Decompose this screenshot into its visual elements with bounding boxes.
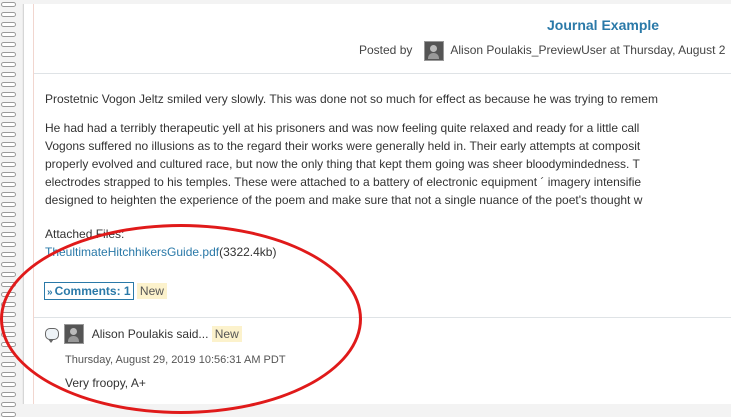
spiral-ring [1, 2, 16, 7]
posted-timestamp: at Thursday, August 2 [609, 43, 726, 58]
comment-bubble-icon [45, 328, 59, 343]
attachment-link[interactable]: TheultimateHitchhikersGuide.pdf [45, 245, 219, 259]
spiral-ring [1, 62, 16, 67]
spiral-ring [1, 52, 16, 57]
spiral-ring [1, 72, 16, 77]
entry-body: Prostetnic Vogon Jeltz smiled very slowl… [45, 90, 731, 209]
spiral-ring [1, 22, 16, 27]
posted-by-label: Posted by [359, 43, 413, 58]
comments-count-label: Comments: 1 [54, 284, 131, 298]
entry-header: Journal Example Posted by Alison Poulaki… [24, 4, 731, 74]
spiral-ring [1, 382, 16, 387]
spiral-ring [1, 142, 16, 147]
spiral-ring [1, 312, 16, 317]
comment-item: Alison Poulakis said... New Thursday, Au… [45, 324, 286, 390]
page-bottom-edge [23, 404, 731, 416]
new-badge: New [211, 326, 242, 342]
entry-paragraph: designed to heighten the experience of t… [45, 193, 643, 207]
spiral-ring [1, 122, 16, 127]
attachment-row: TheultimateHitchhikersGuide.pdf(3322.4kb… [45, 243, 276, 261]
spiral-ring [1, 232, 16, 237]
spiral-ring [1, 412, 16, 417]
spiral-ring [1, 32, 16, 37]
spiral-ring [1, 292, 16, 297]
spiral-ring [1, 102, 16, 107]
notebook-spiral-binding [0, 0, 22, 417]
spiral-ring [1, 12, 16, 17]
comment-timestamp: Thursday, August 29, 2019 10:56:31 AM PD… [65, 354, 286, 366]
attached-files-label: Attached Files: [45, 227, 125, 241]
journal-entry-page: Journal Example Posted by Alison Poulaki… [23, 4, 731, 404]
spiral-ring [1, 92, 16, 97]
header-divider [34, 73, 731, 74]
spiral-ring [1, 262, 16, 267]
attachment-size: (3322.4kb) [219, 245, 277, 259]
spiral-ring [1, 112, 16, 117]
spiral-ring [1, 332, 16, 337]
spiral-ring [1, 392, 16, 397]
spiral-ring [1, 272, 16, 277]
spiral-ring [1, 212, 16, 217]
spiral-ring [1, 252, 16, 257]
new-badge: New [136, 283, 167, 299]
spiral-ring [1, 242, 16, 247]
entry-paragraph: electrodes strapped to his temples. Thes… [45, 175, 642, 189]
spiral-ring [1, 322, 16, 327]
spiral-ring [1, 402, 16, 407]
entry-paragraph: He had had a terribly therapeutic yell a… [45, 121, 640, 135]
entry-paragraph: properly evolved and cultured race, but … [45, 157, 640, 171]
avatar [64, 324, 85, 344]
page-title: Journal Example [547, 17, 660, 33]
author-name: Alison Poulakis_PreviewUser [450, 43, 607, 58]
entry-paragraph: Prostetnic Vogon Jeltz smiled very slowl… [45, 92, 658, 106]
spiral-ring [1, 172, 16, 177]
comment-text: Very froopy, A+ [65, 376, 146, 390]
spiral-ring [1, 152, 16, 157]
comments-toggle-button[interactable]: » Comments: 1 [44, 282, 134, 300]
spiral-ring [1, 82, 16, 87]
spiral-ring [1, 362, 16, 367]
spiral-ring [1, 182, 16, 187]
spiral-ring [1, 202, 16, 207]
entry-paragraph: Vogons suffered no illusions as to the r… [45, 139, 641, 153]
spiral-ring [1, 352, 16, 357]
spiral-ring [1, 222, 16, 227]
comments-section-header: » Comments: 1 New [44, 282, 167, 300]
spiral-ring [1, 132, 16, 137]
double-chevron-up-icon: » [47, 287, 53, 298]
spiral-ring [1, 42, 16, 47]
spiral-ring [1, 282, 16, 287]
posted-by-meta: Posted by Alison Poulakis_PreviewUser at… [359, 41, 725, 61]
spiral-ring [1, 162, 16, 167]
comments-divider [34, 317, 731, 318]
avatar [423, 41, 444, 61]
spiral-ring [1, 192, 16, 197]
spiral-ring [1, 342, 16, 347]
spiral-ring [1, 372, 16, 377]
spiral-ring [1, 302, 16, 307]
comment-author: Alison Poulakis said... [91, 327, 209, 341]
attached-files: Attached Files: TheultimateHitchhikersGu… [45, 225, 276, 261]
